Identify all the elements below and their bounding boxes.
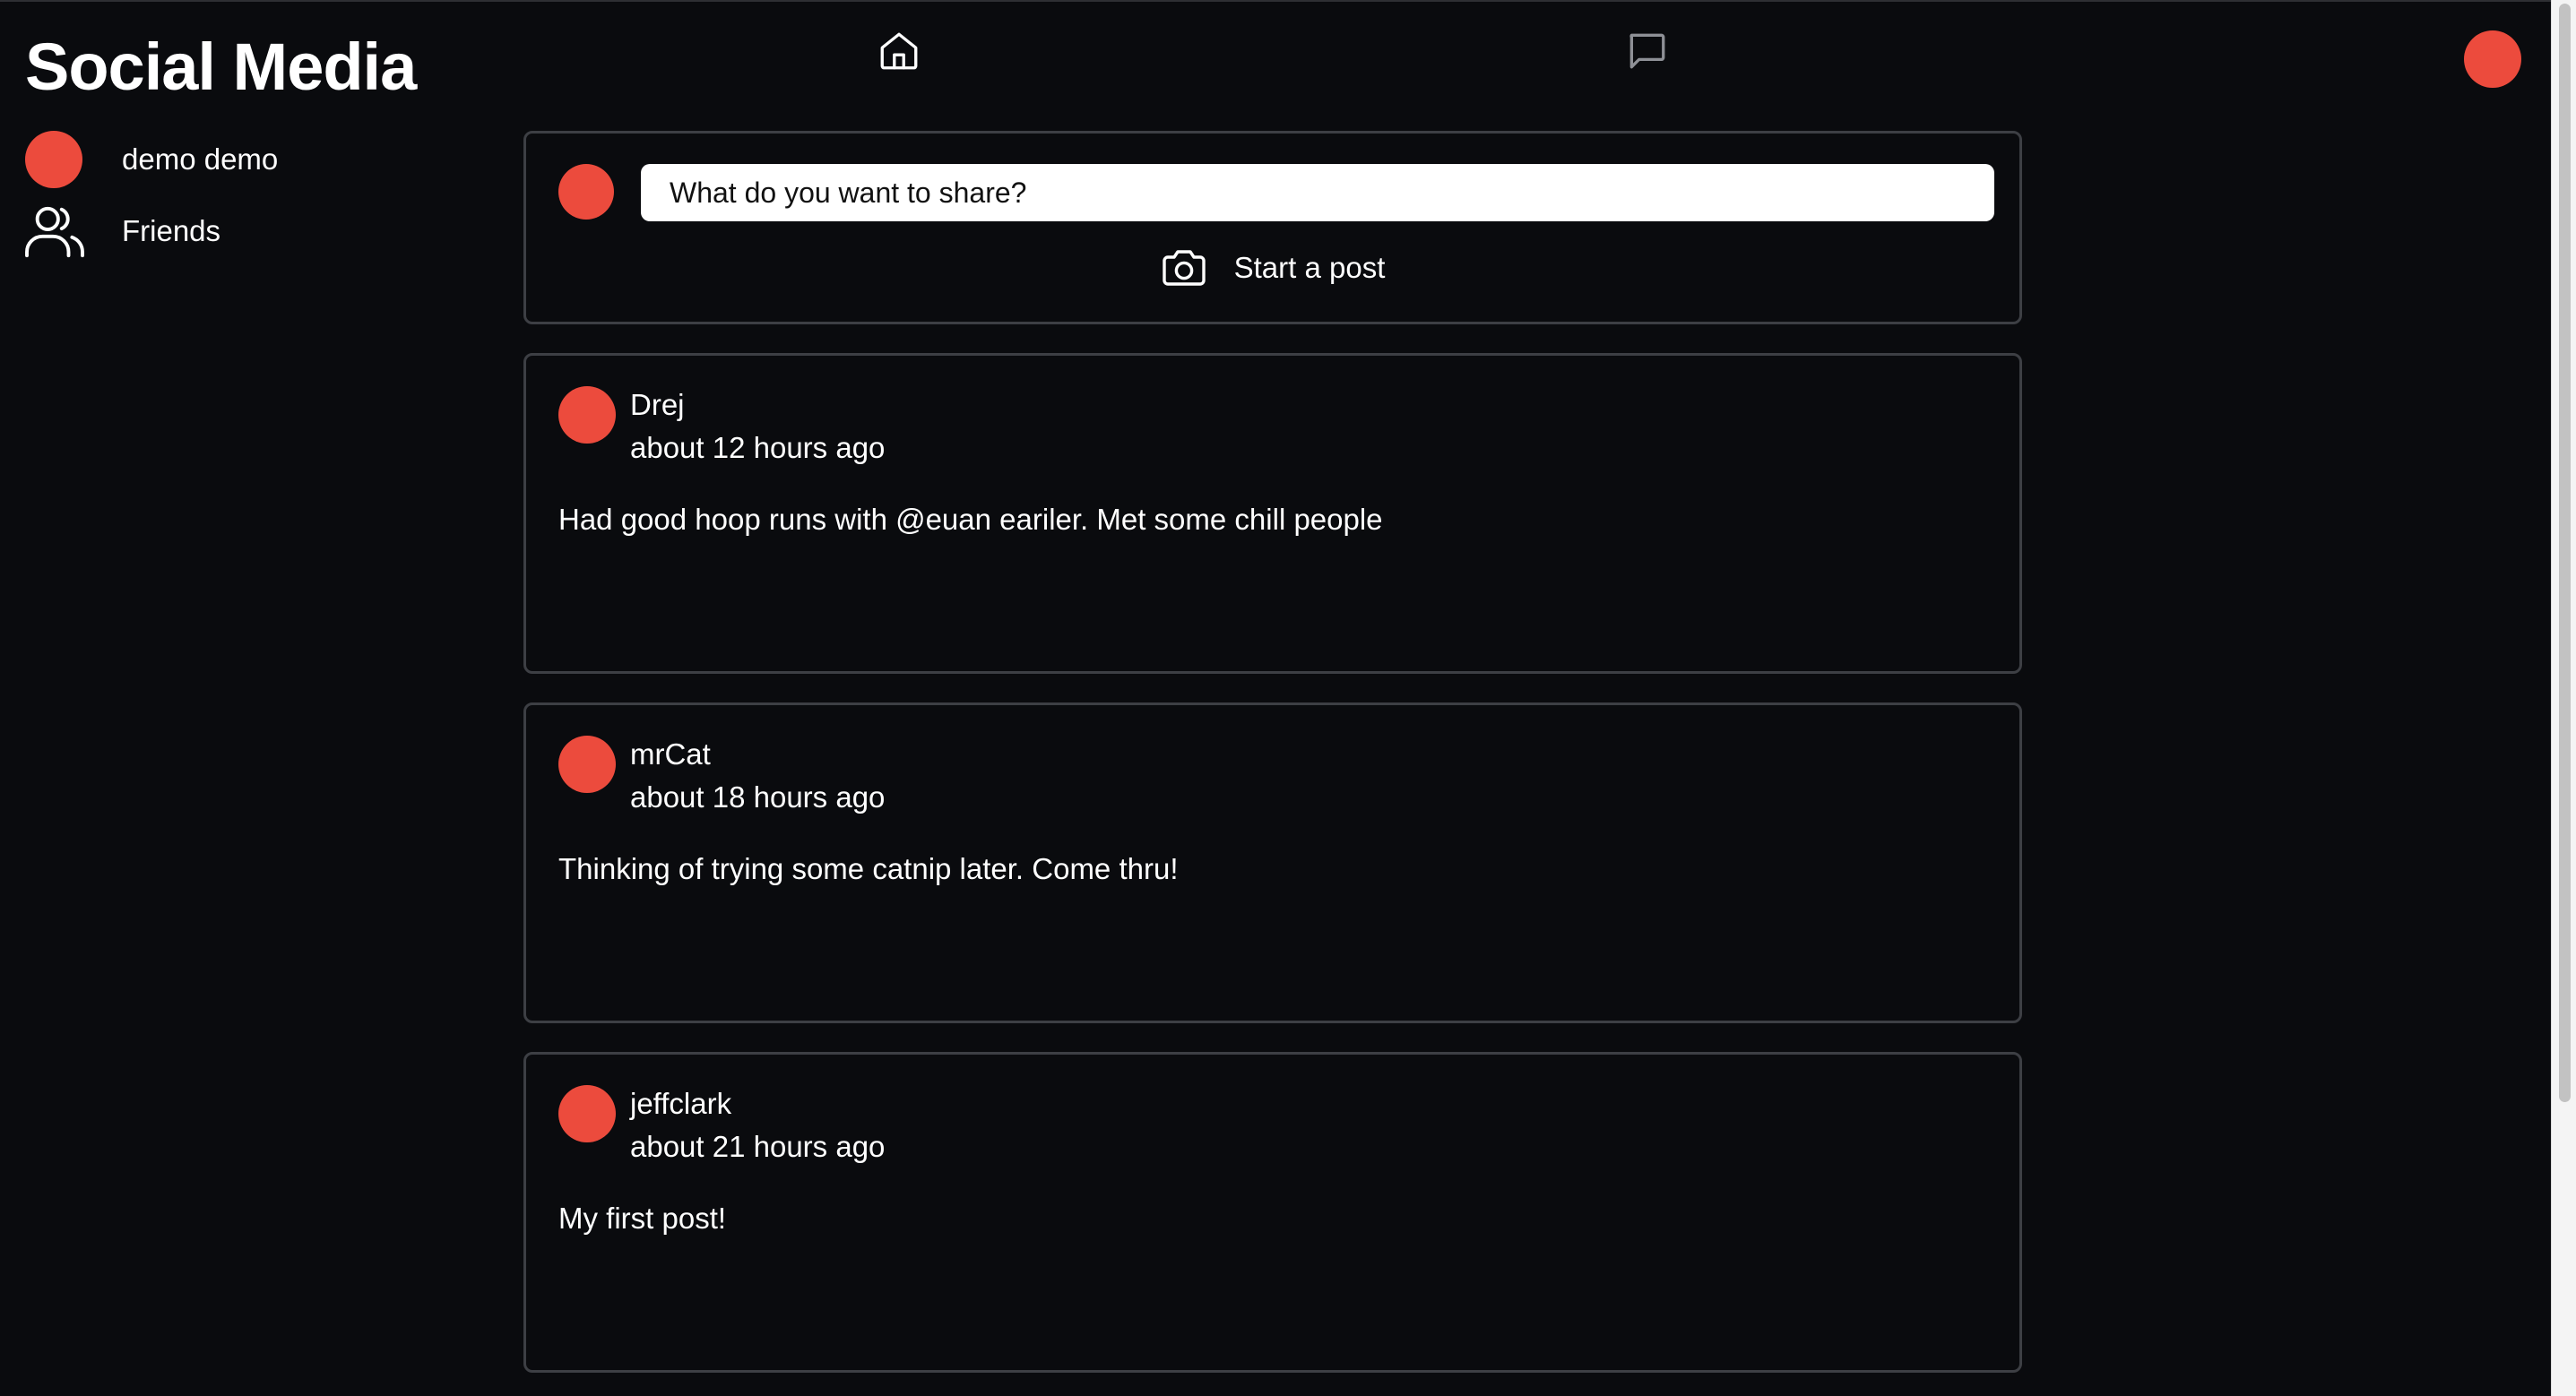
- avatar: [25, 131, 82, 188]
- sidebar: demo demo Friends: [25, 131, 473, 274]
- app-title[interactable]: Social Media: [25, 27, 417, 108]
- window-top-border: [0, 0, 2576, 2]
- post-body: Had good hoop runs with @euan eariler. M…: [558, 503, 1383, 536]
- avatar: [558, 164, 614, 220]
- start-post-button[interactable]: Start a post: [526, 239, 2019, 297]
- users-icon: [25, 206, 84, 258]
- profile-avatar[interactable]: [2464, 30, 2521, 88]
- post-card: Drej about 12 hours ago Had good hoop ru…: [523, 353, 2022, 674]
- sidebar-item-profile[interactable]: demo demo: [25, 131, 473, 188]
- post-timestamp: about 12 hours ago: [630, 431, 886, 464]
- post-author[interactable]: Drej: [630, 388, 685, 422]
- post-author[interactable]: jeffclark: [630, 1087, 731, 1121]
- avatar[interactable]: [558, 1085, 616, 1142]
- avatar[interactable]: [558, 736, 616, 793]
- scrollbar-thumb[interactable]: [2559, 4, 2571, 1102]
- camera-icon: [1162, 250, 1206, 286]
- sidebar-item-label: Friends: [122, 214, 221, 247]
- post-composer: Start a post: [523, 131, 2022, 324]
- home-icon[interactable]: [877, 29, 921, 73]
- chat-bubble-icon[interactable]: [1624, 29, 1669, 73]
- post-body: Thinking of trying some catnip later. Co…: [558, 852, 1179, 885]
- start-post-label: Start a post: [1233, 251, 1386, 284]
- avatar[interactable]: [558, 386, 616, 444]
- feed: Start a post Drej about 12 hours ago Had…: [523, 131, 2022, 1373]
- share-input[interactable]: [641, 164, 1994, 221]
- sidebar-item-label: demo demo: [122, 142, 279, 176]
- post-author[interactable]: mrCat: [630, 737, 711, 771]
- post-card: jeffclark about 21 hours ago My first po…: [523, 1052, 2022, 1373]
- page: Social Media demo demo Friends What do y…: [0, 0, 2576, 1396]
- sidebar-item-friends[interactable]: Friends: [25, 203, 473, 260]
- post-timestamp: about 18 hours ago: [630, 780, 886, 814]
- post-card: mrCat about 18 hours ago Thinking of try…: [523, 702, 2022, 1023]
- post-body: My first post!: [558, 1202, 727, 1235]
- post-timestamp: about 21 hours ago: [630, 1130, 886, 1163]
- scrollbar[interactable]: [2551, 0, 2576, 1396]
